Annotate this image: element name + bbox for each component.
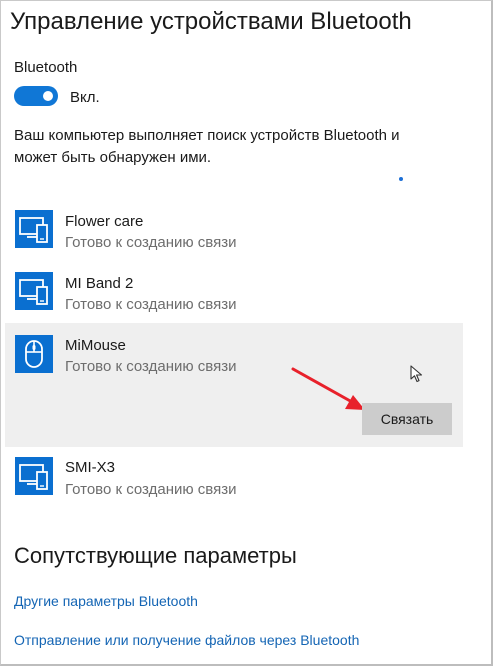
computer-phone-icon: [15, 210, 53, 248]
device-item-flower-care[interactable]: Flower care Готово к созданию связи: [0, 200, 463, 256]
bluetooth-toggle[interactable]: [14, 86, 58, 106]
device-name: SMI-X3: [65, 459, 116, 476]
annotation-arrow-icon: [290, 365, 370, 415]
device-status: Готово к созданию связи: [65, 234, 237, 251]
toggle-state-label: Вкл.: [70, 89, 100, 106]
device-name: MiMouse: [65, 337, 126, 354]
discovery-description: Ваш компьютер выполняет поиск устройств …: [14, 127, 400, 166]
computer-phone-icon: [15, 457, 53, 495]
related-settings-title: Сопутствующие параметры: [14, 543, 297, 568]
searching-indicator-dot: [399, 177, 403, 181]
computer-phone-icon: [15, 272, 53, 310]
mouse-cursor-icon: [410, 365, 424, 383]
device-name: MI Band 2: [65, 275, 134, 292]
device-status: Готово к созданию связи: [65, 358, 237, 375]
bluetooth-label: Bluetooth: [14, 59, 78, 76]
device-item-smi-x3[interactable]: SMI-X3 Готово к созданию связи: [0, 453, 463, 509]
toggle-knob: [43, 91, 53, 101]
pair-button[interactable]: Связать: [362, 403, 452, 435]
device-name: Flower care: [65, 213, 144, 230]
link-other-bluetooth-settings[interactable]: Другие параметры Bluetooth: [14, 593, 198, 609]
device-status: Готово к созданию связи: [65, 481, 237, 498]
mouse-icon: [15, 335, 53, 373]
device-item-mi-band-2[interactable]: MI Band 2 Готово к созданию связи: [0, 262, 463, 318]
device-status: Готово к созданию связи: [65, 296, 237, 313]
page-title: Управление устройствами Bluetooth: [10, 8, 412, 35]
link-send-receive-files[interactable]: Отправление или получение файлов через B…: [14, 632, 359, 648]
